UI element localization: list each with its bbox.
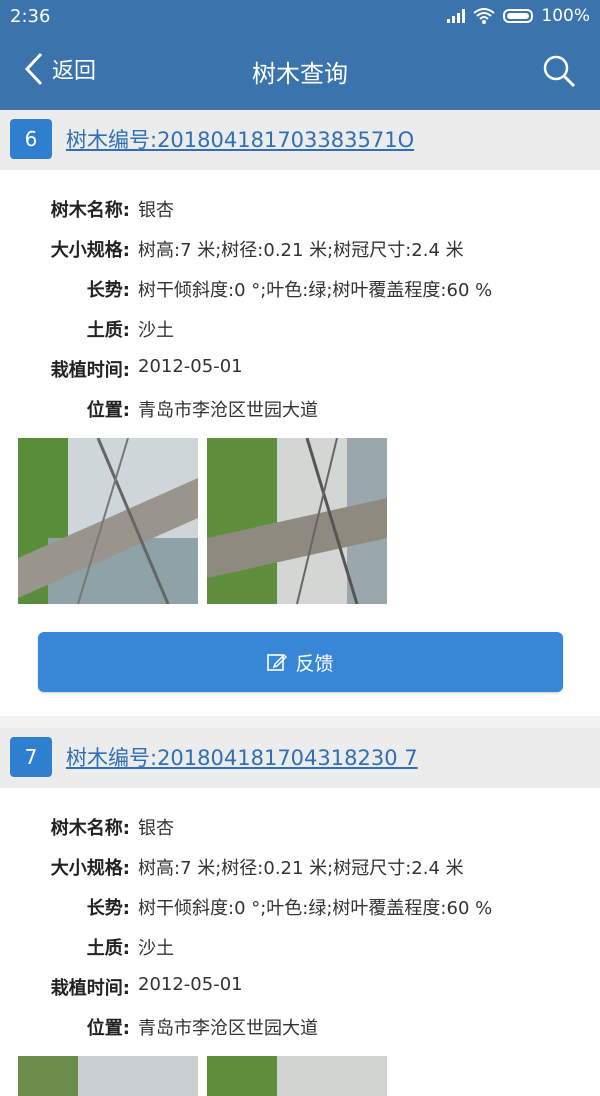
value-location: 青岛市李沧区世园大道 <box>138 1018 318 1039</box>
value-size: 树高:7 米;树径:0.21 米;树冠尺寸:2.4 米 <box>138 858 464 879</box>
index-badge: 7 <box>10 737 52 777</box>
value-growth: 树干倾斜度:0 °;叶色:绿;树叶覆盖程度:60 % <box>138 898 493 919</box>
edit-icon <box>267 653 288 671</box>
wifi-icon <box>473 8 496 24</box>
value-name: 银杏 <box>138 818 174 839</box>
value-planted: 2012-05-01 <box>138 356 243 377</box>
photo-gallery <box>0 438 600 606</box>
photo-gallery <box>0 1056 600 1096</box>
search-icon[interactable] <box>542 54 576 88</box>
tree-photo[interactable] <box>18 1056 198 1096</box>
row-name: 树木名称: 银杏 <box>0 188 600 228</box>
row-growth: 长势: 树干倾斜度:0 °;叶色:绿;树叶覆盖程度:60 % <box>0 886 600 926</box>
label-planted: 栽植时间: <box>50 360 130 381</box>
row-size: 大小规格: 树高:7 米;树径:0.21 米;树冠尺寸:2.4 米 <box>0 228 600 268</box>
card-header: 7 树木编号:201804181704318230 7 <box>0 728 600 788</box>
signal-icon <box>447 9 466 23</box>
tree-photo[interactable] <box>18 438 198 604</box>
status-right: 100% <box>447 6 590 26</box>
label-size: 大小规格: <box>50 240 130 261</box>
page-title: 树木查询 <box>252 60 348 88</box>
row-growth: 长势: 树干倾斜度:0 °;叶色:绿;树叶覆盖程度:60 % <box>0 268 600 308</box>
row-location: 位置: 青岛市李沧区世园大道 <box>0 1006 600 1046</box>
tree-photo[interactable] <box>207 1056 387 1096</box>
value-location: 青岛市李沧区世园大道 <box>138 400 318 421</box>
app-header: 2:36 100% 返回 树木查询 <box>0 0 600 110</box>
label-planted: 栽植时间: <box>50 978 130 999</box>
battery-percent: 100% <box>541 6 590 26</box>
battery-icon <box>503 9 534 23</box>
label-growth: 长势: <box>86 280 130 301</box>
row-name: 树木名称: 银杏 <box>0 806 600 846</box>
row-soil: 土质: 沙土 <box>0 926 600 966</box>
value-planted: 2012-05-01 <box>138 974 243 995</box>
tree-card: 7 树木编号:201804181704318230 7 树木名称: 银杏 大小规格… <box>0 728 600 1096</box>
label-soil: 土质: <box>86 320 130 341</box>
tree-card: 6 树木编号:201804181703383571O 树木名称: 银杏 大小规格:… <box>0 110 600 606</box>
row-planted: 栽植时间: 2012-05-01 <box>0 966 600 1006</box>
label-location: 位置: <box>86 1018 130 1039</box>
label-soil: 土质: <box>86 938 130 959</box>
tree-id-link[interactable]: 树木编号:201804181703383571O <box>66 124 414 154</box>
status-time: 2:36 <box>10 6 51 27</box>
value-name: 银杏 <box>138 200 174 221</box>
tree-photo[interactable] <box>207 438 387 604</box>
value-size: 树高:7 米;树径:0.21 米;树冠尺寸:2.4 米 <box>138 240 464 261</box>
label-name: 树木名称: <box>50 200 130 221</box>
label-name: 树木名称: <box>50 818 130 839</box>
value-soil: 沙土 <box>138 320 174 341</box>
label-location: 位置: <box>86 400 130 421</box>
feedback-button[interactable]: 反馈 <box>38 632 563 692</box>
tree-id-link[interactable]: 树木编号:201804181704318230 7 <box>66 742 418 772</box>
status-bar: 2:36 100% <box>0 0 600 34</box>
card-header: 6 树木编号:201804181703383571O <box>0 110 600 170</box>
feedback-label: 反馈 <box>295 652 334 675</box>
row-size: 大小规格: 树高:7 米;树径:0.21 米;树冠尺寸:2.4 米 <box>0 846 600 886</box>
row-planted: 栽植时间: 2012-05-01 <box>0 348 600 388</box>
index-badge: 6 <box>10 119 52 159</box>
row-soil: 土质: 沙土 <box>0 308 600 348</box>
label-growth: 长势: <box>86 898 130 919</box>
tree-info: 树木名称: 银杏 大小规格: 树高:7 米;树径:0.21 米;树冠尺寸:2.4 米… <box>0 788 600 1096</box>
tree-info: 树木名称: 银杏 大小规格: 树高:7 米;树径:0.21 米;树冠尺寸:2.4 米… <box>0 170 600 606</box>
row-location: 位置: 青岛市李沧区世园大道 <box>0 388 600 428</box>
value-soil: 沙土 <box>138 938 174 959</box>
title-bar: 返回 树木查询 <box>0 34 600 110</box>
value-growth: 树干倾斜度:0 °;叶色:绿;树叶覆盖程度:60 % <box>138 280 493 301</box>
card-divider <box>0 716 600 728</box>
label-size: 大小规格: <box>50 858 130 879</box>
